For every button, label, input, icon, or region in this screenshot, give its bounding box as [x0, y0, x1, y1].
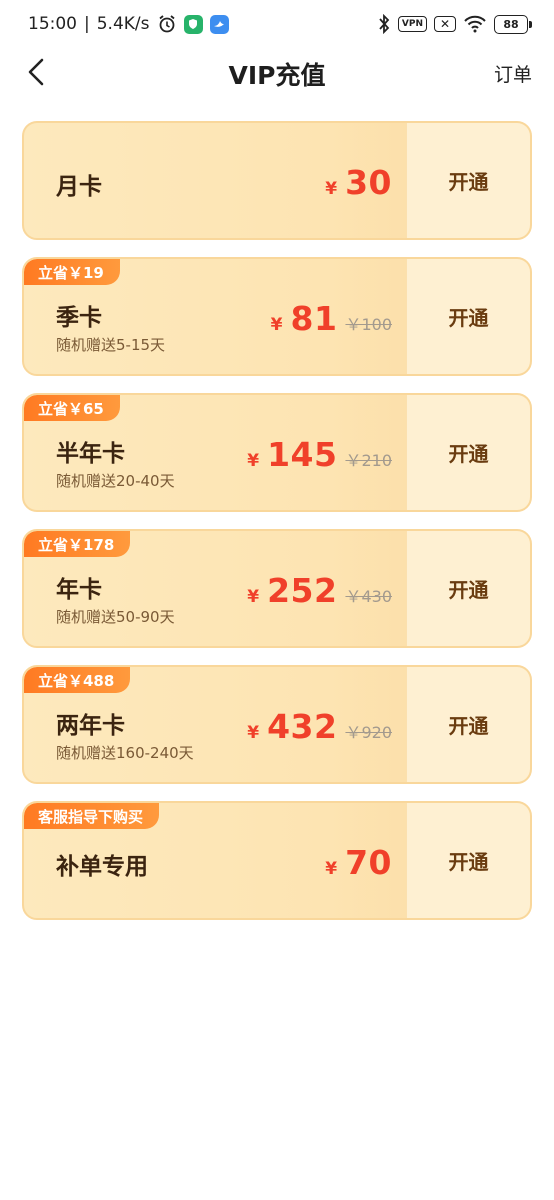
- plan-subtitle: 随机赠送50-90天: [56, 608, 175, 626]
- vpn-icon: VPN: [397, 16, 427, 32]
- battery-level: 88: [494, 14, 528, 34]
- price: ¥ 30: [325, 163, 392, 202]
- open-button[interactable]: 开通: [406, 531, 530, 646]
- original-price: ￥100: [345, 315, 392, 334]
- original-price: ￥430: [345, 587, 392, 606]
- alarm-icon: [157, 14, 177, 34]
- open-button[interactable]: 开通: [406, 259, 530, 374]
- battery-icon: 88: [494, 14, 532, 34]
- status-left: 15:00 | 5.4K/s: [28, 14, 229, 34]
- plan-name: 年卡: [56, 577, 102, 603]
- price-value: 30: [345, 163, 392, 202]
- open-button[interactable]: 开通: [406, 123, 530, 238]
- original-price: ￥210: [345, 451, 392, 470]
- open-button[interactable]: 开通: [406, 803, 530, 918]
- plan-card-half-year[interactable]: 立省￥65 半年卡 随机赠送20-40天 ¥ 145 ￥210 开通: [22, 393, 532, 512]
- discount-badge: 立省￥65: [24, 395, 120, 421]
- price: ¥ 70: [325, 843, 392, 882]
- plan-subtitle: 随机赠送5-15天: [56, 336, 166, 354]
- plan-list: 月卡 ¥ 30 开通 立省￥19 季卡 随机赠送5-15天 ¥ 81 ￥100 …: [22, 121, 532, 937]
- price: ¥ 145 ￥210: [247, 435, 392, 474]
- price-value: 432: [267, 707, 338, 746]
- plan-name: 半年卡: [56, 441, 125, 467]
- bluetooth-icon: [377, 14, 391, 34]
- price-currency: ¥: [270, 315, 283, 335]
- plan-name: 季卡: [56, 305, 102, 331]
- price-currency: ¥: [247, 451, 260, 471]
- battery-tip: [529, 20, 532, 28]
- nav-bar: VIP充值 订单: [0, 48, 554, 96]
- plan-name: 补单专用: [56, 854, 148, 880]
- plan-card-two-year[interactable]: 立省￥488 两年卡 随机赠送160-240天 ¥ 432 ￥920 开通: [22, 665, 532, 784]
- status-right: VPN ✕ 88: [377, 14, 532, 34]
- plan-subtitle: 随机赠送20-40天: [56, 472, 175, 490]
- price-currency: ¥: [247, 587, 260, 607]
- service-badge: 客服指导下购买: [24, 803, 160, 829]
- status-time: 15:00: [28, 14, 77, 34]
- shield-app-icon: [183, 14, 203, 34]
- price: ¥ 81 ￥100: [271, 299, 392, 338]
- price: ¥ 252 ￥430: [247, 571, 392, 610]
- status-separator: |: [84, 14, 90, 34]
- price-value: 145: [267, 435, 338, 474]
- orders-link[interactable]: 订单: [494, 60, 532, 87]
- discount-badge: 立省￥178: [24, 531, 131, 557]
- discount-badge: 立省￥19: [24, 259, 120, 285]
- plan-card-supplement[interactable]: 客服指导下购买 补单专用 ¥ 70 开通: [22, 801, 532, 920]
- open-button[interactable]: 开通: [406, 667, 530, 782]
- plan-name: 两年卡: [56, 713, 125, 739]
- price: ¥ 432 ￥920: [247, 707, 392, 746]
- price-currency: ¥: [247, 723, 260, 743]
- price-value: 252: [267, 571, 338, 610]
- open-button[interactable]: 开通: [406, 395, 530, 510]
- no-sim-icon: ✕: [434, 16, 456, 32]
- price-value: 70: [345, 843, 392, 882]
- bird-app-icon: [209, 14, 229, 34]
- wifi-icon: [463, 15, 487, 33]
- price-currency: ¥: [325, 179, 338, 199]
- plan-card-monthly[interactable]: 月卡 ¥ 30 开通: [22, 121, 532, 240]
- plan-name: 月卡: [56, 174, 102, 200]
- plan-subtitle: 随机赠送160-240天: [56, 744, 194, 762]
- plan-card-quarterly[interactable]: 立省￥19 季卡 随机赠送5-15天 ¥ 81 ￥100 开通: [22, 257, 532, 376]
- price-currency: ¥: [325, 859, 338, 879]
- original-price: ￥920: [345, 723, 392, 742]
- price-value: 81: [290, 299, 338, 338]
- page-title: VIP充值: [228, 61, 326, 90]
- plan-card-yearly[interactable]: 立省￥178 年卡 随机赠送50-90天 ¥ 252 ￥430 开通: [22, 529, 532, 648]
- status-net-speed: 5.4K/s: [96, 14, 150, 34]
- discount-badge: 立省￥488: [24, 667, 131, 693]
- status-bar: 15:00 | 5.4K/s VPN ✕ 88: [0, 0, 554, 48]
